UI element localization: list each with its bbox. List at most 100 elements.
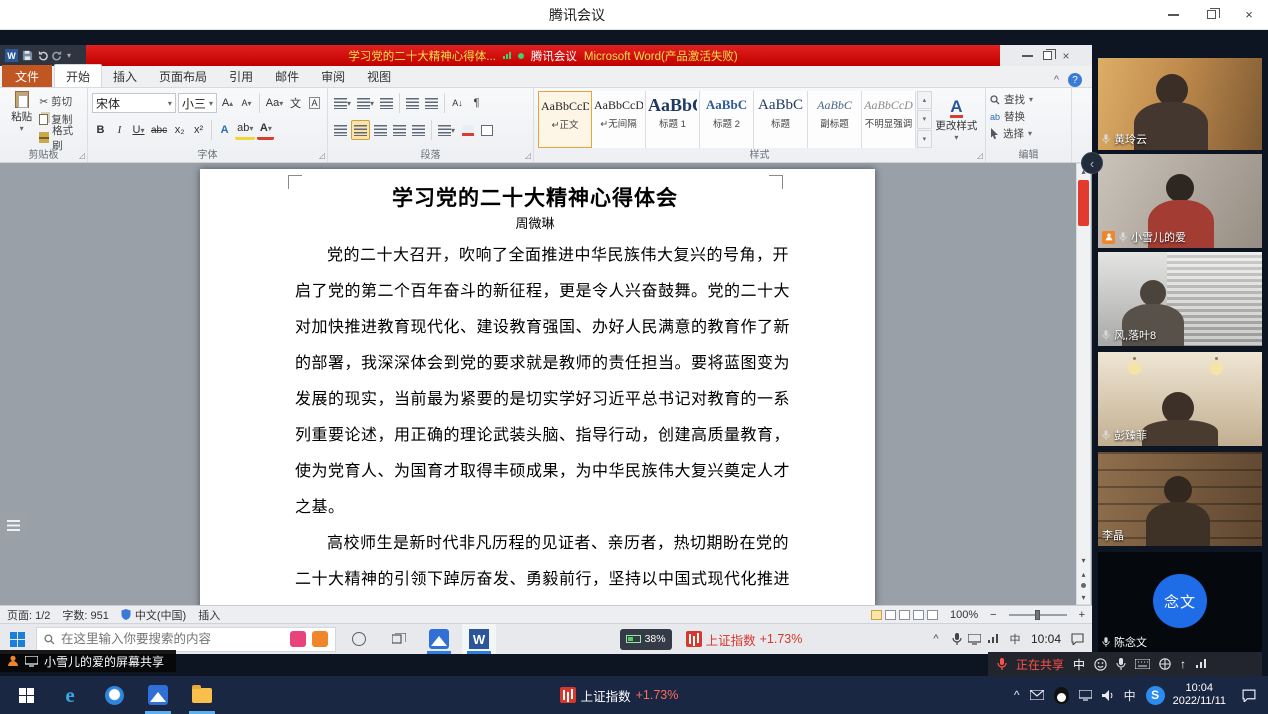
font-dialog-launcher[interactable]: ◿ xyxy=(319,151,325,160)
italic-button[interactable]: I xyxy=(111,120,128,140)
line-spacing-button[interactable]: ▾ xyxy=(436,120,457,140)
decrease-indent-button[interactable] xyxy=(404,93,421,113)
multilevel-list-button[interactable] xyxy=(378,93,395,113)
restore-button[interactable] xyxy=(1192,0,1230,29)
signal-bars-icon[interactable] xyxy=(1195,659,1207,669)
meeting-dock-handle[interactable] xyxy=(0,512,27,538)
upload-icon[interactable]: ↑ xyxy=(1180,657,1186,671)
highlight-button[interactable]: ab▾ xyxy=(235,120,255,140)
subscript-button[interactable]: x₂ xyxy=(171,120,188,140)
word-restore-icon[interactable] xyxy=(1043,51,1052,60)
browser-button[interactable] xyxy=(92,676,136,714)
numbering-button[interactable]: ▾ xyxy=(355,93,376,113)
vertical-scrollbar[interactable]: ▴ ▾ ▴ ▾ xyxy=(1076,163,1091,605)
zoom-level[interactable]: 100% xyxy=(950,609,978,621)
phonetic-guide-button[interactable]: 文 xyxy=(287,93,304,113)
app-button[interactable] xyxy=(136,676,180,714)
underline-button[interactable]: U▾ xyxy=(130,120,147,140)
network-tray-icon[interactable] xyxy=(987,634,999,644)
select-browse-object-icon[interactable] xyxy=(1081,583,1086,588)
tab-file[interactable]: 文件 xyxy=(2,65,52,87)
styles-scroll-down-icon[interactable]: ▾ xyxy=(917,110,932,128)
sidebar-collapse-button[interactable]: ‹ xyxy=(1081,152,1103,174)
touch-keyboard-icon[interactable] xyxy=(1135,659,1150,669)
paste-button[interactable]: 粘贴 ▾ xyxy=(4,91,39,148)
document-area[interactable]: 学习党的二十大精神心得体会 周微琳 党的二十大召开，吹响了全面推进中华民族伟大复… xyxy=(0,163,1092,605)
shared-clock[interactable]: 10:04 xyxy=(1031,633,1061,646)
tab-view[interactable]: 视图 xyxy=(356,65,402,87)
font-size-combo[interactable]: 小三▾ xyxy=(178,93,217,113)
show-marks-button[interactable]: ¶ xyxy=(468,93,485,113)
redo-icon[interactable] xyxy=(52,50,63,61)
tab-home[interactable]: 开始 xyxy=(54,64,102,87)
distribute-button[interactable] xyxy=(410,120,427,140)
zoom-slider[interactable] xyxy=(1009,614,1067,616)
qq-icon[interactable] xyxy=(1054,687,1069,704)
sort-button[interactable]: A↓ xyxy=(449,93,466,113)
style-title[interactable]: AaBbC标题 xyxy=(754,91,808,148)
file-explorer-button[interactable] xyxy=(180,676,224,714)
styles-dialog-launcher[interactable]: ◿ xyxy=(977,151,983,160)
save-icon[interactable] xyxy=(22,50,33,61)
fullscreen-view-icon[interactable] xyxy=(885,610,896,620)
document-page[interactable]: 学习党的二十大精神心得体会 周微琳 党的二十大召开，吹响了全面推进中华民族伟大复… xyxy=(200,169,875,605)
strikethrough-button[interactable]: abc xyxy=(149,120,169,140)
shopping-promo-icon[interactable] xyxy=(312,631,328,647)
globe-icon[interactable] xyxy=(1159,658,1171,670)
zoom-slider-thumb[interactable] xyxy=(1035,610,1040,620)
tab-mailings[interactable]: 邮件 xyxy=(264,65,310,87)
participant-tile[interactable]: 风,落叶8 xyxy=(1098,252,1262,346)
display-tray-icon[interactable] xyxy=(968,634,981,645)
shared-word-button[interactable]: W xyxy=(462,624,496,654)
shrink-font-button[interactable]: A▾ xyxy=(238,93,255,113)
paragraph-dialog-launcher[interactable]: ◿ xyxy=(525,151,531,160)
change-styles-button[interactable]: A 更改样式 ▾ xyxy=(932,91,981,148)
tab-references[interactable]: 引用 xyxy=(218,65,264,87)
cut-button[interactable]: ✂剪切 xyxy=(39,93,83,110)
outline-view-icon[interactable] xyxy=(913,610,924,620)
edge-button[interactable]: e xyxy=(48,676,92,714)
format-painter-button[interactable]: 格式刷 xyxy=(39,129,83,146)
style-no-spacing[interactable]: AaBbCcDc↵无间隔 xyxy=(592,91,646,148)
ime-indicator[interactable]: 中 xyxy=(1124,687,1136,704)
previous-page-icon[interactable]: ▴ xyxy=(1077,567,1090,581)
local-stock-widget[interactable]: 上证指数 +1.73% xyxy=(560,686,679,705)
minimize-button[interactable] xyxy=(1154,0,1192,29)
participant-tile[interactable]: 黄玲云 xyxy=(1098,58,1262,150)
sharing-mic-icon[interactable] xyxy=(997,658,1007,671)
action-center-icon[interactable] xyxy=(1071,633,1084,645)
collapse-ribbon-icon[interactable]: ^ xyxy=(1054,74,1059,86)
style-heading1[interactable]: AaBbC标题 1 xyxy=(646,91,700,148)
language-indicator[interactable]: 中文(中国) xyxy=(121,607,186,623)
clock[interactable]: 10:04 2022/11/11 xyxy=(1165,682,1234,708)
close-button[interactable]: × xyxy=(1230,0,1268,29)
change-case-button[interactable]: Aa▾ xyxy=(264,93,285,113)
meeting-tray-icon[interactable]: S xyxy=(1146,686,1165,705)
replace-button[interactable]: ab 替换 xyxy=(990,108,1067,125)
select-button[interactable]: 选择▾ xyxy=(990,125,1067,142)
font-color-button[interactable]: A▾ xyxy=(257,120,274,140)
show-hidden-icons-chevron[interactable]: ^ xyxy=(1014,688,1020,702)
shopping-promo-icon[interactable] xyxy=(290,631,306,647)
emoji-icon[interactable] xyxy=(1094,658,1107,671)
show-hidden-icons-chevron[interactable]: ^ xyxy=(926,633,946,645)
grow-font-button[interactable]: A▴ xyxy=(219,93,236,113)
tab-review[interactable]: 审阅 xyxy=(310,65,356,87)
scroll-down-icon[interactable]: ▾ xyxy=(1077,553,1090,567)
shared-start-button[interactable] xyxy=(4,626,30,652)
font-name-combo[interactable]: 宋体▾ xyxy=(92,93,176,113)
task-view-button[interactable] xyxy=(382,624,416,654)
display-tray-icon[interactable] xyxy=(1079,690,1092,701)
superscript-button[interactable]: x² xyxy=(190,120,207,140)
style-subtle-emphasis[interactable]: AaBbCcD不明显强调 xyxy=(862,91,916,148)
clipboard-dialog-launcher[interactable]: ◿ xyxy=(79,151,85,160)
text-effects-button[interactable]: A xyxy=(216,120,233,140)
bullets-button[interactable]: ▾ xyxy=(332,93,353,113)
zoom-out-icon[interactable]: − xyxy=(990,609,996,621)
bold-button[interactable]: B xyxy=(92,120,109,140)
word-close-icon[interactable]: × xyxy=(1062,49,1069,63)
ime-indicator[interactable]: 中 xyxy=(1005,631,1025,647)
next-page-icon[interactable]: ▾ xyxy=(1077,590,1090,604)
dictation-mic-icon[interactable] xyxy=(1116,658,1126,671)
paste-dropdown-icon[interactable]: ▾ xyxy=(20,124,24,133)
